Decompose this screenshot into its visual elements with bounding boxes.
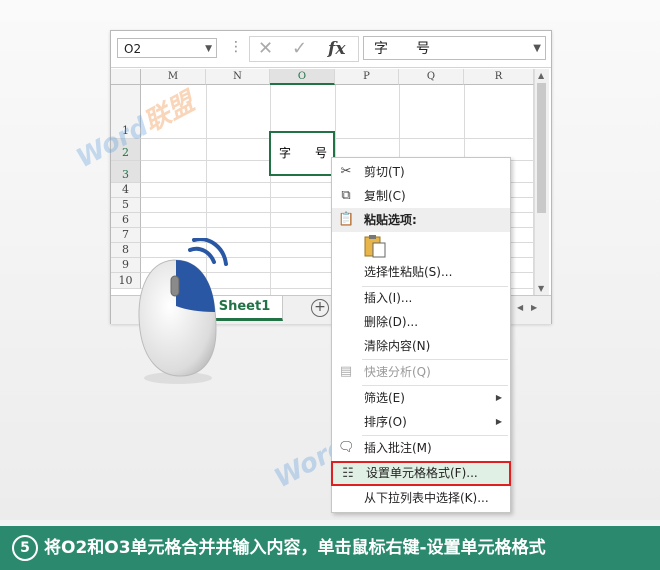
submenu-arrow-icon: ▶: [495, 417, 502, 426]
chevron-down-icon[interactable]: ▼: [533, 37, 541, 61]
caption-text: 将O2和O3单元格合并并输入内容，单击鼠标右键-设置单元格格式: [44, 538, 546, 558]
add-sheet-icon[interactable]: +: [311, 299, 329, 317]
mouse-illustration: [138, 238, 228, 384]
scroll-up-icon[interactable]: ▲: [538, 71, 544, 80]
step-number: 5: [12, 535, 38, 561]
column-header-r[interactable]: R: [464, 69, 534, 85]
formula-buttons: ✕ ✓ fx: [249, 36, 359, 62]
cell-text-left: 字: [279, 146, 292, 160]
formula-input[interactable]: 字 号 ▼: [363, 36, 546, 60]
column-header-p[interactable]: P: [335, 69, 399, 85]
menu-item-pick-from-list[interactable]: 从下拉列表中选择(K)...: [332, 486, 510, 510]
scroll-right-icon[interactable]: ▶: [531, 303, 537, 312]
vertical-scrollbar[interactable]: ▲ ▼: [534, 69, 549, 295]
name-box[interactable]: O2 ▼: [117, 38, 217, 58]
cell-text-right: 号: [314, 146, 327, 160]
comment-icon: 🗨: [338, 440, 355, 455]
row-header-3[interactable]: 3: [111, 161, 141, 183]
confirm-icon[interactable]: ✓: [292, 37, 307, 61]
formula-bar: O2 ▼ ⋮ ✕ ✓ fx 字 号 ▼: [111, 31, 551, 68]
paste-clipboard-icon[interactable]: [364, 234, 386, 258]
scroll-left-icon[interactable]: ◀: [517, 303, 523, 312]
grid-line: [270, 85, 271, 295]
menu-item-copy[interactable]: ⧉ 复制(C): [332, 184, 510, 208]
scroll-down-icon[interactable]: ▼: [538, 284, 544, 293]
menu-item-sort[interactable]: 排序(O) ▶: [332, 410, 510, 434]
grid-line: [141, 138, 533, 139]
column-header-q[interactable]: Q: [399, 69, 464, 85]
submenu-arrow-icon: ▶: [495, 393, 502, 402]
menu-item-paste-special[interactable]: 选择性粘贴(S)...: [332, 260, 510, 284]
menu-item-format-cells[interactable]: ☷ 设置单元格格式(F)...: [331, 461, 511, 486]
menu-item-filter[interactable]: 筛选(E) ▶: [332, 386, 510, 410]
cancel-icon[interactable]: ✕: [258, 37, 273, 61]
column-header-m[interactable]: M: [141, 69, 206, 85]
column-header-n[interactable]: N: [206, 69, 270, 85]
quick-analysis-icon: ▤: [339, 364, 353, 379]
row-header-5[interactable]: 5: [111, 198, 141, 213]
scissors-icon: ✂: [340, 164, 352, 179]
menu-header-paste-options: 📋 粘贴选项:: [332, 208, 510, 232]
scroll-thumb[interactable]: [537, 83, 546, 213]
select-all-corner[interactable]: [111, 69, 141, 85]
menu-item-delete[interactable]: 删除(D)...: [332, 310, 510, 334]
fx-icon[interactable]: fx: [328, 37, 345, 61]
menu-item-quick-analysis: ▤ 快速分析(Q): [339, 364, 431, 379]
merged-cell-o2-o3[interactable]: 字 号: [269, 131, 335, 176]
menu-item-insert[interactable]: 插入(I)...: [332, 286, 510, 310]
format-cells-icon: ☷: [342, 466, 354, 481]
caption-bar: 5 将O2和O3单元格合并并输入内容，单击鼠标右键-设置单元格格式: [0, 526, 660, 570]
paste-icon: 📋: [338, 212, 355, 227]
row-header-4[interactable]: 4: [111, 183, 141, 198]
copy-icon: ⧉: [341, 188, 351, 203]
more-icon: ⋮: [229, 39, 243, 55]
context-menu: ✂ 剪切(T) ⧉ 复制(C) 📋 粘贴选项: 选择性粘贴(S)... 插入(I)..…: [331, 157, 511, 513]
menu-item-clear-contents[interactable]: 清除内容(N): [332, 334, 510, 358]
chevron-down-icon[interactable]: ▼: [205, 39, 212, 59]
row-header-6[interactable]: 6: [111, 213, 141, 228]
column-header-o[interactable]: O: [270, 69, 335, 85]
menu-item-cut[interactable]: ✂ 剪切(T): [332, 160, 510, 184]
menu-item-insert-comment[interactable]: 🗨 插入批注(M): [332, 436, 510, 460]
